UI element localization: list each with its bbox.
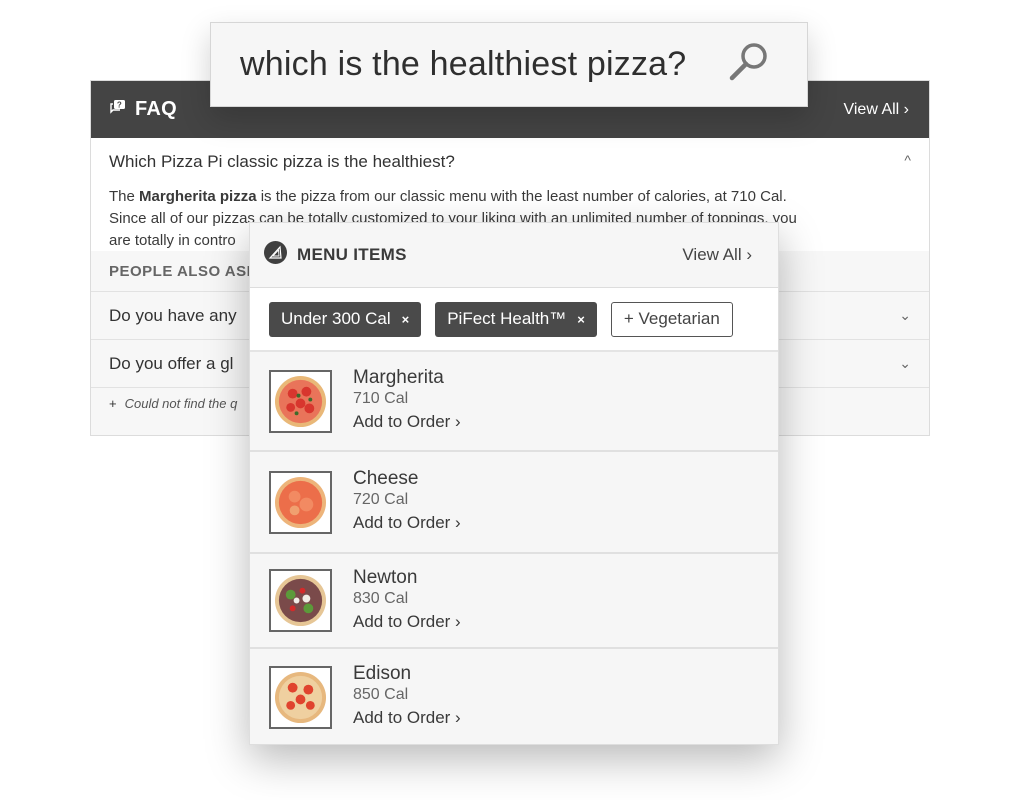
menu-view-all-link[interactable]: View All › (682, 245, 752, 265)
filter-chip-vegetarian[interactable]: + Vegetarian (610, 301, 733, 337)
search-box[interactable]: which is the healthiest pizza? (210, 22, 808, 107)
faq-title: ? FAQ (109, 98, 177, 121)
pizza-image (269, 470, 332, 534)
menu-item-calories: 710 Cal (353, 390, 409, 407)
menu-item: Newton 830 Cal Add to Order › (250, 554, 778, 649)
menu-item-name: Cheese (353, 468, 419, 489)
faq-title-text: FAQ (135, 98, 178, 120)
answer-text: are totally in contro (109, 232, 236, 249)
menu-items-header: MENU ITEMS View All › (250, 223, 778, 288)
add-to-order-link[interactable]: Add to Order › (353, 409, 461, 435)
filter-chip-pifect-health[interactable]: PiFect Health™ × (435, 301, 597, 337)
menu-item-name: Margherita (353, 367, 444, 388)
filter-chip-label: Under 300 Cal (281, 309, 391, 328)
pizza-slice-icon (264, 241, 287, 269)
filter-chips: Under 300 Cal × PiFect Health™ × + Veget… (250, 288, 778, 352)
pizza-image (269, 369, 332, 433)
chevron-down-icon[interactable]: ⌄ (899, 355, 911, 372)
related-question-text: Do you have any (109, 305, 237, 325)
filter-chip-under-300-cal[interactable]: Under 300 Cal × (269, 301, 422, 337)
ask-question-text: Could not find the q (124, 395, 238, 411)
answer-text: is the pizza from our classic menu with … (256, 188, 787, 205)
close-icon[interactable]: × (402, 312, 410, 327)
answer-text: The (109, 188, 140, 205)
menu-item-calories: 720 Cal (353, 491, 409, 508)
search-icon[interactable] (727, 40, 771, 89)
faq-question-title[interactable]: Which Pizza Pi classic pizza is the heal… (109, 152, 455, 172)
menu-item: Cheese 720 Cal Add to Order › (250, 452, 778, 554)
answer-bold-text: Margherita pizza (139, 188, 257, 205)
menu-item-name: Edison (353, 663, 412, 684)
menu-items-panel: MENU ITEMS View All › Under 300 Cal × Pi… (249, 222, 779, 745)
menu-item-calories: 830 Cal (353, 589, 409, 607)
related-question-text: Do you offer a gl (109, 353, 234, 373)
svg-text:?: ? (117, 101, 122, 110)
add-to-order-link[interactable]: Add to Order › (353, 609, 461, 635)
menu-item-calories: 850 Cal (353, 686, 409, 703)
pizza-image (269, 569, 332, 632)
menu-item-name: Newton (353, 566, 418, 588)
menu-item: Edison 850 Cal Add to Order › (250, 649, 778, 745)
faq-view-all-link[interactable]: View All › (843, 101, 909, 119)
faq-chat-icon: ? (109, 98, 127, 121)
search-input[interactable]: which is the healthiest pizza? (240, 45, 686, 84)
pizza-image (269, 665, 332, 729)
add-to-order-link[interactable]: Add to Order › (353, 510, 461, 536)
plus-icon: + (109, 395, 117, 411)
close-icon[interactable]: × (577, 312, 585, 327)
menu-items-title: MENU ITEMS (297, 245, 407, 264)
chevron-up-icon[interactable]: ^ (904, 152, 911, 172)
filter-chip-label: PiFect Health™ (447, 309, 567, 328)
menu-item: Margherita 710 Cal Add to Order › (250, 352, 778, 452)
add-to-order-link[interactable]: Add to Order › (353, 705, 461, 731)
chevron-down-icon[interactable]: ⌄ (899, 307, 911, 324)
